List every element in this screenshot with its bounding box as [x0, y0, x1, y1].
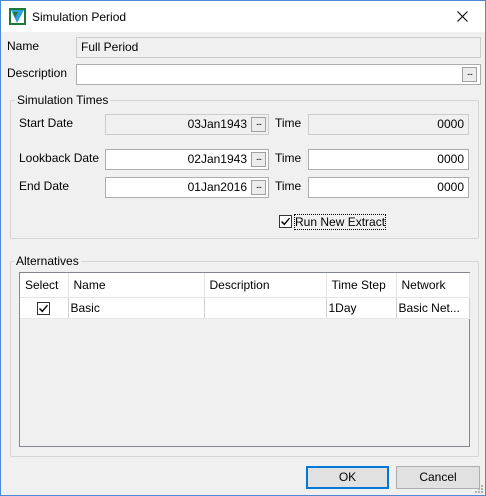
- simulation-period-dialog: Simulation Period Name Full Period Descr…: [0, 0, 486, 496]
- end-date-picker-button[interactable]: ...: [251, 180, 266, 195]
- alternatives-table: Select Name Description Time Step Networ…: [19, 272, 470, 447]
- close-button[interactable]: [439, 1, 485, 31]
- start-time-label: Time: [275, 116, 302, 130]
- lookback-date-value: 02Jan1943: [187, 152, 247, 166]
- end-date-value: 01Jan2016: [187, 180, 247, 194]
- column-header-select[interactable]: Select: [20, 273, 69, 298]
- title-bar: Simulation Period: [1, 1, 485, 32]
- window-title: Simulation Period: [32, 10, 127, 24]
- alternatives-title: Alternatives: [14, 254, 81, 268]
- row-network-cell[interactable]: Basic Net...: [396, 297, 470, 319]
- resize-grip-icon[interactable]: [473, 483, 483, 493]
- row-select-checkbox[interactable]: [37, 301, 51, 315]
- app-icon: [9, 8, 26, 25]
- row-description-cell[interactable]: [204, 297, 327, 319]
- column-header-name[interactable]: Name: [68, 273, 205, 298]
- checkmark-icon: [39, 304, 49, 312]
- end-time-label: Time: [275, 179, 302, 193]
- start-date-picker-button[interactable]: ...: [251, 117, 266, 132]
- lookback-date-field[interactable]: 02Jan1943 ...: [105, 149, 269, 170]
- simulation-times-title: Simulation Times: [15, 93, 111, 107]
- end-time-field[interactable]: 0000: [308, 177, 469, 198]
- start-time-value: 0000: [437, 117, 464, 131]
- lookback-time-field[interactable]: 0000: [308, 149, 469, 170]
- lookback-time-label: Time: [275, 151, 302, 165]
- row-name-cell[interactable]: Basic: [68, 297, 205, 319]
- run-new-extract-checkbox[interactable]: [279, 215, 292, 228]
- table-header-row: Select Name Description Time Step Networ…: [20, 273, 470, 298]
- description-field[interactable]: ...: [76, 64, 481, 85]
- column-header-description[interactable]: Description: [204, 273, 327, 298]
- description-label: Description: [7, 66, 68, 80]
- row-select-cell[interactable]: [20, 297, 69, 319]
- start-date-field: 03Jan1943 ...: [105, 114, 269, 135]
- name-label: Name: [7, 39, 40, 53]
- cancel-button[interactable]: Cancel: [396, 466, 480, 489]
- lookback-date-picker-button[interactable]: ...: [251, 152, 266, 167]
- checkmark-icon: [281, 217, 291, 226]
- ok-button[interactable]: OK: [306, 466, 389, 489]
- lookback-time-value: 0000: [437, 152, 464, 166]
- run-new-extract-label[interactable]: Run New Extract: [293, 214, 387, 230]
- end-time-value: 0000: [437, 180, 464, 194]
- table-row[interactable]: Basic 1Day Basic Net...: [20, 297, 470, 319]
- start-date-value: 03Jan1943: [187, 117, 247, 131]
- start-time-field: 0000: [308, 114, 469, 135]
- name-field: Full Period: [76, 37, 481, 58]
- row-time-step-cell[interactable]: 1Day: [326, 297, 397, 319]
- start-date-label: Start Date: [19, 116, 74, 130]
- column-header-network[interactable]: Network: [396, 273, 470, 298]
- close-icon: [456, 10, 468, 22]
- name-value: Full Period: [81, 40, 139, 54]
- column-header-time-step[interactable]: Time Step: [326, 273, 397, 298]
- end-date-field[interactable]: 01Jan2016 ...: [105, 177, 269, 198]
- lookback-date-label: Lookback Date: [19, 151, 100, 165]
- end-date-label: End Date: [19, 179, 70, 193]
- description-browse-button[interactable]: ...: [462, 67, 477, 82]
